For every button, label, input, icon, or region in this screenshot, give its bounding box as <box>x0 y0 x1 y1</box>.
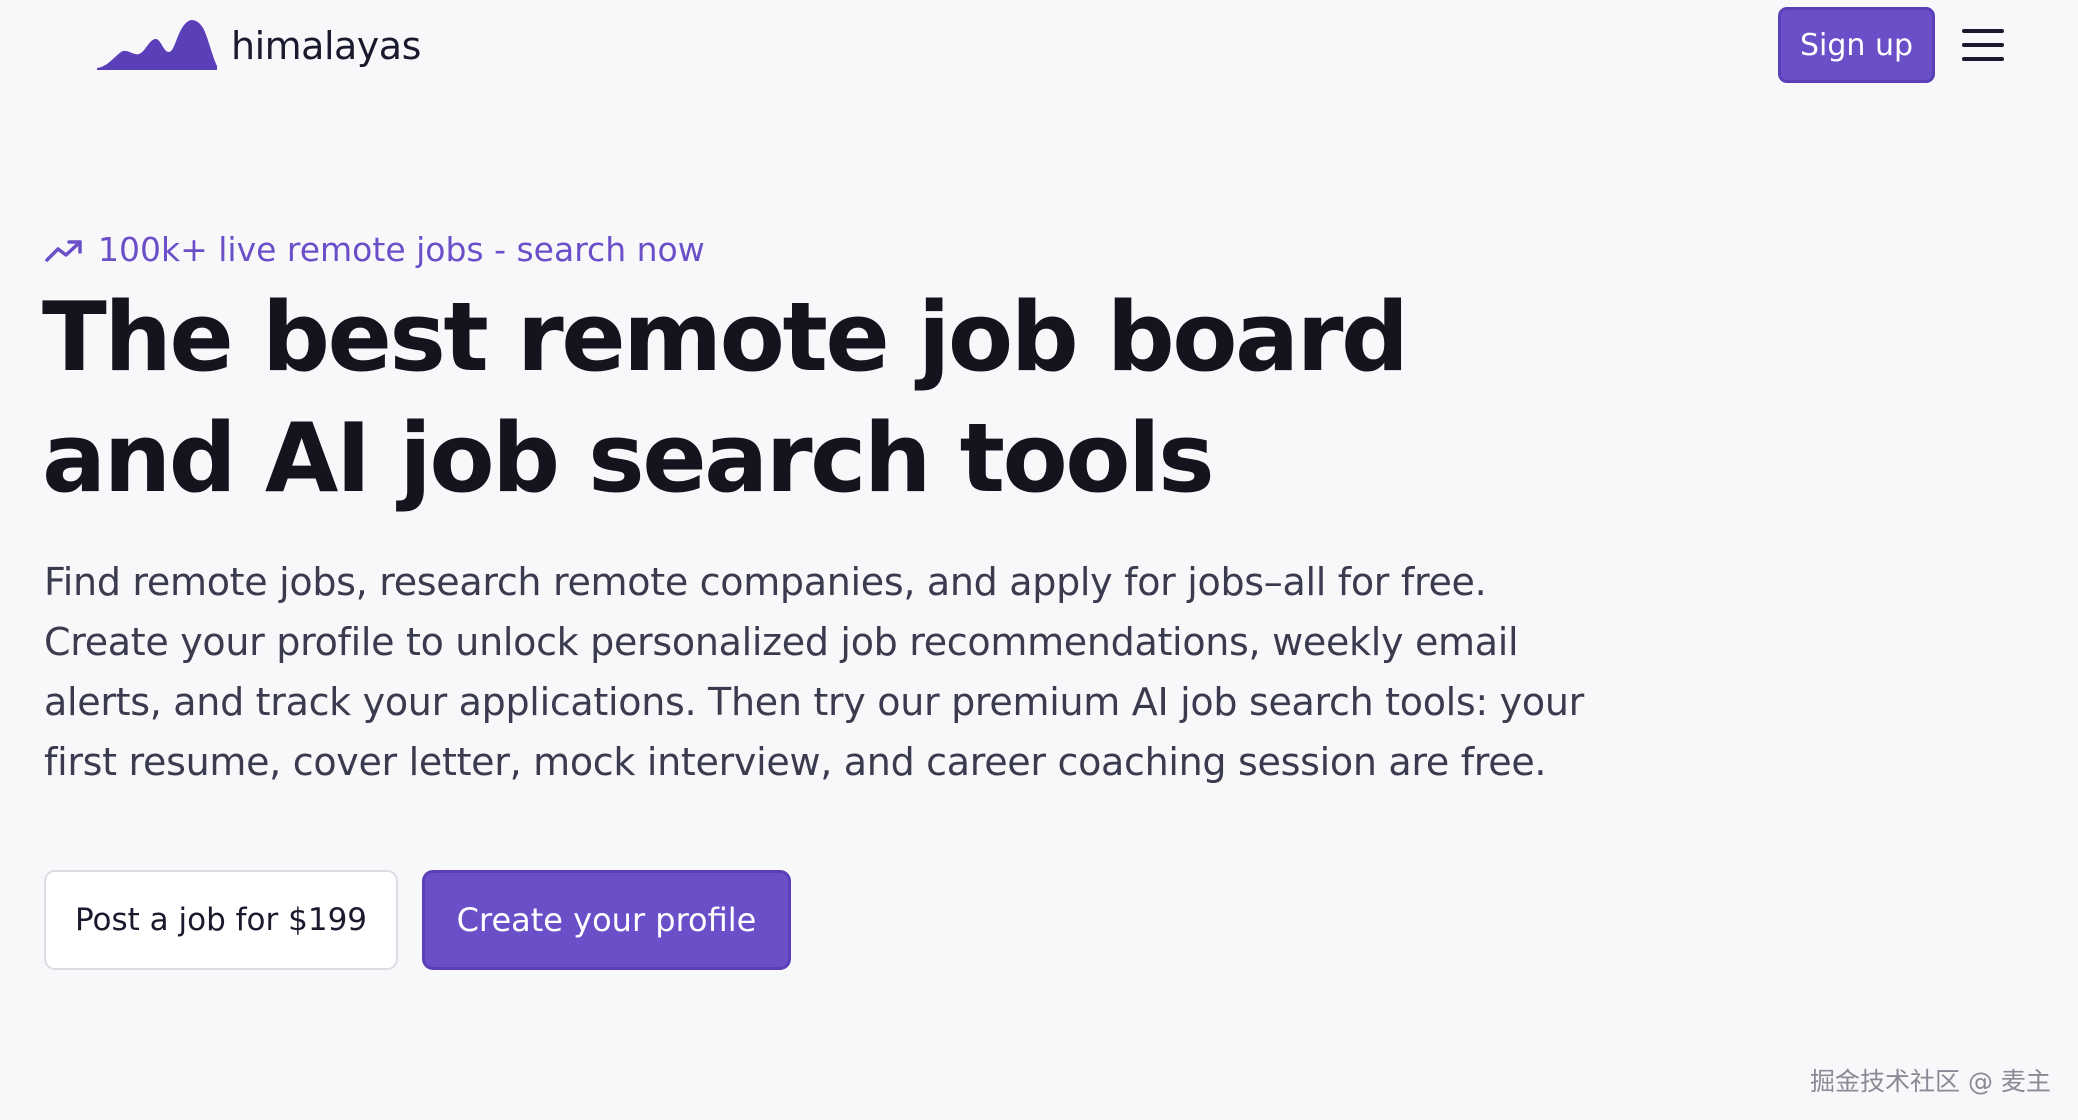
tagline-text: 100k+ live remote jobs - search now <box>98 230 705 269</box>
site-header: himalayas Sign up <box>0 0 2078 100</box>
page-title: The best remote job board and AI job sea… <box>42 278 1409 520</box>
menu-bar <box>1962 43 2004 47</box>
logo-link[interactable]: himalayas <box>97 18 421 74</box>
live-jobs-link[interactable]: 100k+ live remote jobs - search now <box>44 230 705 269</box>
menu-bar <box>1962 29 2004 33</box>
hamburger-menu-icon[interactable] <box>1962 26 2006 64</box>
description-line: first resume, cover letter, mock intervi… <box>44 740 1547 784</box>
watermark-text: 掘金技术社区 @ 麦主 <box>1810 1067 2051 1096</box>
menu-bar <box>1962 57 2004 61</box>
headline-line: The best remote job board <box>42 283 1409 393</box>
trending-up-icon <box>45 239 82 262</box>
logo-text: himalayas <box>231 24 421 68</box>
description-line: Find remote jobs, research remote compan… <box>44 560 1487 604</box>
headline-line: and AI job search tools <box>42 404 1215 514</box>
post-job-button[interactable]: Post a job for $199 <box>44 870 398 970</box>
create-profile-button[interactable]: Create your profile <box>422 870 791 970</box>
mountain-logo-icon <box>97 20 217 70</box>
description-line: Create your profile to unlock personaliz… <box>44 620 1519 664</box>
hero-description: Find remote jobs, research remote compan… <box>44 552 1604 792</box>
sign-up-button[interactable]: Sign up <box>1778 7 1935 83</box>
description-line: alerts, and track your applications. The… <box>44 680 1584 724</box>
